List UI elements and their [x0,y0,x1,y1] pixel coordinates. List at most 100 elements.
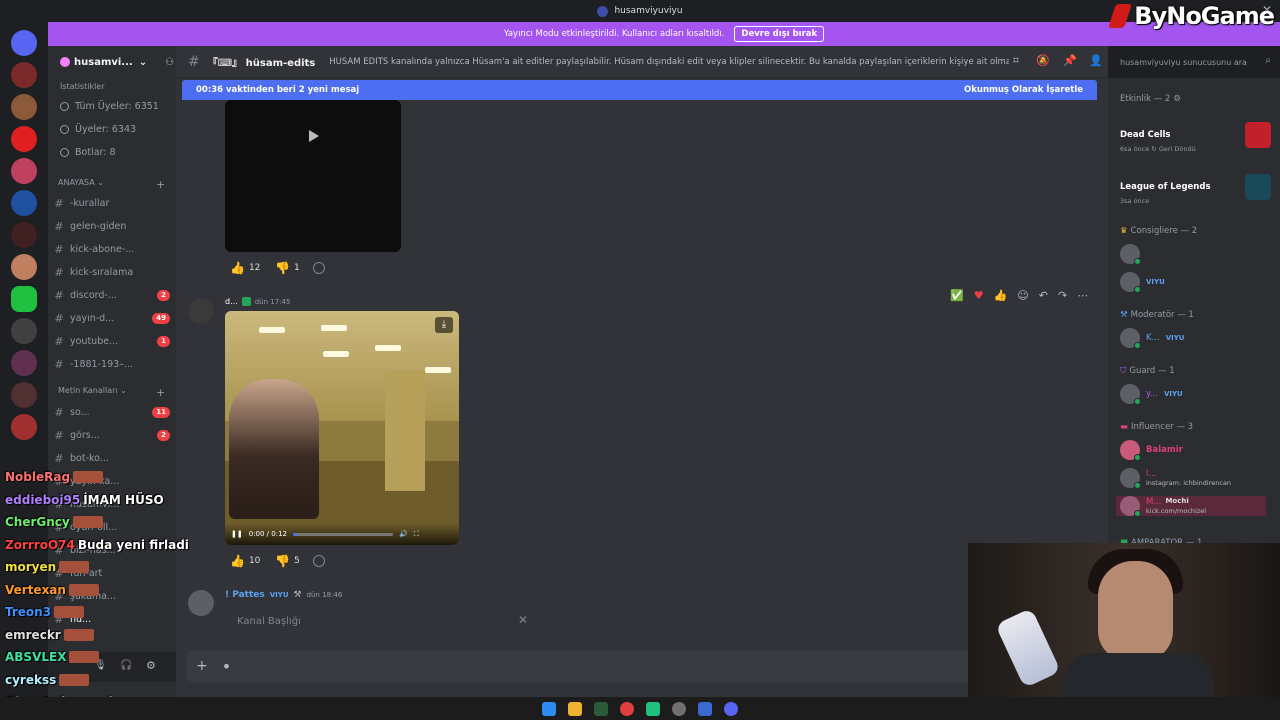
file-explorer-icon[interactable] [568,701,582,716]
channel-item[interactable]: # hü... [48,609,176,629]
server-icon[interactable] [11,222,37,248]
webcam-overlay [968,543,1280,698]
server-icon[interactable] [11,286,37,312]
reaction-thumbs-down[interactable]: 👎 5 [275,552,300,570]
headphones-icon[interactable]: 🎧 [120,660,132,671]
server-icon[interactable] [11,318,37,344]
gear-icon[interactable]: ⚙ [146,659,156,672]
member-name: K... [1146,333,1160,343]
group-influencer: ▬ Influencer — 3 [1120,422,1193,432]
server-icon[interactable] [11,158,37,184]
volume-icon[interactable]: 🔊 [399,530,408,538]
heart-emoji-icon[interactable]: ♥ [974,289,984,302]
thumbs-up-emoji-icon[interactable]: 👍 [994,289,1008,302]
server-icon[interactable] [11,190,37,216]
channel-item[interactable]: # kick-abone-... [48,239,176,259]
add-attachment-icon[interactable]: + [196,658,208,674]
channel-item[interactable]: # şakama... [48,586,176,606]
channel-item[interactable]: # discord-... 2 [48,285,176,305]
server-icon[interactable] [11,382,37,408]
member-row[interactable]: M... Mochi kick.com/mochizel [1116,496,1266,517]
video-frame [321,325,347,331]
check-emoji-icon[interactable]: ✅ [950,289,964,302]
fullscreen-icon[interactable]: ⛶ [414,530,419,539]
channel-item[interactable]: # -kurallar [48,193,176,213]
member-row[interactable]: y... VIYU [1120,384,1183,405]
channel-item[interactable]: # so... 11 [48,402,176,422]
video-attachment[interactable] [225,100,401,252]
threads-icon[interactable]: ⌗ [1010,55,1022,67]
video-player[interactable]: ⤓ ❚❚ 0:00 / 0:12 🔊 ⛶ [225,311,459,545]
new-messages-text: 00:36 vaktinden beri 2 yeni mesaj [196,85,360,95]
chrome-icon[interactable] [620,701,634,716]
channel-header: # 『⌨』 hüsam-edits HÜSAM EDİTS kanalında … [176,46,1108,78]
avatar[interactable] [188,590,214,616]
member-row[interactable] [1120,244,1146,265]
pause-icon[interactable]: ❚❚ [231,530,243,538]
add-reaction-icon[interactable] [313,262,325,274]
activity-card[interactable]: League of Legends 3sa önce [1120,170,1275,214]
server-icon[interactable] [11,350,37,376]
server-icon[interactable] [11,126,37,152]
download-icon[interactable]: ⤓ [435,317,453,333]
member-row[interactable]: K... VIYU [1120,328,1184,349]
member-row[interactable]: l... instagram: ichbindirencan [1120,468,1231,489]
author-name[interactable]: ! Pattes [225,590,265,600]
channel-item[interactable]: # -1881-193–... [48,354,176,374]
channel-item[interactable]: # bizi-nas... [48,540,176,560]
avatar[interactable] [188,298,214,324]
channel-item[interactable]: # fun-art [48,563,176,583]
new-messages-bar[interactable]: 00:36 vaktinden beri 2 yeni mesaj Okunmu… [182,80,1097,100]
hash-icon: # [54,428,64,442]
obs-icon[interactable] [672,701,686,716]
channel-item[interactable]: # husamvi... [48,494,176,514]
member-row[interactable]: Balamir [1120,440,1183,461]
pin-icon[interactable]: 📌 [1063,55,1077,67]
channel-item[interactable]: # kick-sıralama [48,262,176,282]
app-icon[interactable] [698,701,712,716]
notification-icon[interactable]: 🔕 [1036,55,1050,67]
gear-icon[interactable]: ⚙ [1173,94,1181,104]
reaction-thumbs-down[interactable]: 👎 1 [275,259,300,277]
channel-item[interactable]: # oyun-oll... [48,517,176,537]
channel-item[interactable]: # gelen-giden [48,216,176,236]
unread-badge: 49 [152,312,170,324]
server-icon[interactable] [11,94,37,120]
more-icon[interactable]: ⋯ [1077,289,1088,302]
message-composer[interactable]: + • [186,650,1098,682]
activity-card[interactable]: Dead Cells 6sa önce ↻ Geri Döndü [1120,118,1275,162]
discord-taskbar-icon[interactable] [724,701,738,716]
video-progress-bar[interactable] [292,532,393,536]
member-list-icon[interactable]: 👤 [1089,55,1103,67]
mark-as-read-button[interactable]: Okunmuş Olarak İşaretle [964,85,1083,95]
forward-icon[interactable]: ↷ [1058,289,1067,302]
server-icon[interactable] [11,254,37,280]
mic-icon[interactable]: 🎙 [94,660,107,671]
play-icon[interactable] [309,130,319,142]
video-frame [385,371,425,491]
home-icon[interactable] [11,30,37,56]
reaction-thumbs-up[interactable]: 👍 10 [230,552,260,570]
search-input[interactable]: husamviyuviyu sunucusunu ara ⌕ [1114,52,1276,72]
channel-item[interactable]: # yayın-ka... [48,471,176,491]
add-reaction-icon[interactable] [313,555,325,567]
add-reaction-icon[interactable]: ☺ [1017,289,1028,302]
app-icon[interactable] [646,701,660,716]
disable-button[interactable]: Devre dışı bırak [734,26,825,42]
reaction-thumbs-up[interactable]: 👍 12 [230,259,260,277]
channel-topic[interactable]: HÜSAM EDİTS kanalında yalnızca Hüsam'a a… [329,57,1009,67]
channel-item[interactable]: # görs... 2 [48,425,176,445]
author-name[interactable]: d... [225,297,238,306]
channel-item[interactable]: # youtube... 1 [48,331,176,351]
windows-start-icon[interactable] [542,701,556,716]
app-icon[interactable] [594,701,608,716]
avatar [1120,440,1141,461]
reply-icon[interactable]: ↶ [1039,289,1048,302]
member-row[interactable]: VIYU [1120,272,1165,293]
channel-item[interactable]: # bot-ko... [48,448,176,468]
server-icon[interactable] [11,62,37,88]
server-icon[interactable] [11,414,37,440]
close-icon[interactable]: ✕ [518,613,528,627]
message-hover-toolbar: ✅ ♥ 👍 ☺ ↶ ↷ ⋯ [950,286,1090,304]
channel-item[interactable]: # yayın-d... 49 [48,308,176,328]
